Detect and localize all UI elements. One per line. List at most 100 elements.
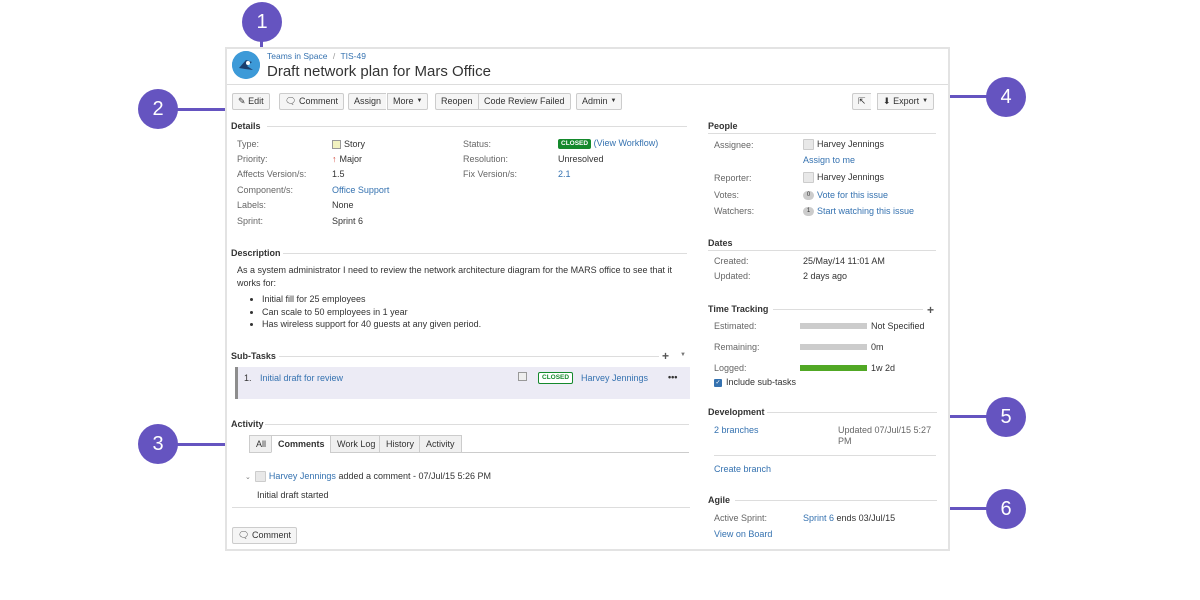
dates-heading: Dates	[708, 238, 733, 248]
logged-value: 1w 2d	[871, 363, 896, 373]
affects-version-value: 1.5	[332, 169, 345, 179]
create-branch-link[interactable]: Create branch	[714, 464, 771, 474]
subtasks-divider	[279, 356, 659, 357]
resolution-value: Unresolved	[558, 154, 604, 164]
speech-bubble-icon: 🗨	[238, 530, 250, 540]
edit-button[interactable]: ✎ Edit	[232, 93, 270, 110]
reopen-button[interactable]: Reopen	[435, 93, 478, 110]
votes-label: Votes:	[714, 190, 740, 200]
add-comment-button[interactable]: 🗨 Comment	[232, 527, 297, 544]
view-workflow-link[interactable]: (View Workflow)	[594, 138, 659, 148]
comment-author-link[interactable]: Harvey Jennings	[269, 471, 336, 481]
fix-version-value[interactable]: 2.1	[558, 169, 571, 179]
activity-heading: Activity	[231, 419, 264, 429]
tab-activity[interactable]: Activity	[419, 435, 462, 453]
type-value: Story	[332, 139, 365, 150]
comment-text: Initial draft started	[257, 490, 329, 500]
chevron-down-icon[interactable]: ▼	[680, 352, 686, 358]
reporter-value: Harvey Jennings	[803, 172, 884, 184]
comment-meta: added a comment - 07/Jul/15 5:26 PM	[338, 471, 492, 481]
labels-value: None	[332, 200, 354, 210]
estimated-value: Not Specified	[871, 321, 925, 331]
activity-tabs: All Comments Work Log History Activity	[249, 435, 689, 453]
labels-label: Labels:	[237, 200, 267, 210]
assignee-label: Assignee:	[714, 140, 754, 150]
chevron-down-icon[interactable]: ⌄	[245, 474, 251, 481]
branches-link[interactable]: 2 branches	[714, 425, 759, 435]
subtask-number: 1.	[244, 373, 252, 383]
status-badge: CLOSED	[538, 372, 574, 384]
type-label: Type:	[237, 139, 260, 149]
sprint-link[interactable]: Sprint 6	[803, 513, 834, 523]
list-item: Initial fill for 25 employees	[262, 293, 481, 306]
fix-version-label: Fix Version/s:	[463, 169, 518, 179]
chevron-down-icon: ▼	[922, 98, 929, 105]
list-item: Can scale to 50 employees in 1 year	[262, 306, 481, 319]
logged-bar	[800, 365, 867, 371]
remaining-value: 0m	[871, 342, 884, 352]
more-button[interactable]: More ▼	[387, 93, 429, 110]
assignee-value: Harvey Jennings	[803, 139, 884, 151]
vote-count-badge: 0	[803, 191, 814, 201]
tab-history[interactable]: History	[379, 435, 422, 453]
assign-to-me-link[interactable]: Assign to me	[803, 155, 855, 165]
logged-label: Logged:	[714, 363, 747, 373]
admin-button[interactable]: Admin ▼	[576, 93, 623, 110]
status-label: Status:	[463, 139, 492, 149]
project-avatar[interactable]	[232, 51, 260, 79]
watchers-value: 1 Start watching this issue	[803, 206, 914, 217]
agile-divider	[735, 500, 937, 501]
comment-button[interactable]: 🗨 Comment	[279, 93, 344, 110]
details-divider	[267, 126, 687, 127]
code-review-failed-button[interactable]: Code Review Failed	[478, 93, 571, 110]
active-sprint-label: Active Sprint:	[714, 513, 768, 523]
tab-work-log[interactable]: Work Log	[330, 435, 383, 453]
story-icon	[332, 140, 341, 150]
tab-comments[interactable]: Comments	[271, 435, 332, 453]
vote-link[interactable]: Vote for this issue	[817, 190, 888, 200]
issue-view: Teams in Space / TIS-49 Draft network pl…	[225, 47, 950, 551]
avatar	[254, 471, 266, 483]
view-on-board-link[interactable]: View on Board	[714, 529, 772, 539]
table-row[interactable]: 1. Initial draft for review CLOSED Harve…	[235, 367, 690, 399]
status-value: CLOSED (View Workflow)	[558, 138, 658, 149]
share-button[interactable]: ⇱	[852, 93, 871, 110]
callout-2: 2	[138, 89, 178, 129]
resolution-label: Resolution:	[463, 154, 509, 164]
votes-value: 0 Vote for this issue	[803, 190, 888, 201]
add-subtask-icon[interactable]: +	[662, 349, 669, 363]
breadcrumb-project[interactable]: Teams in Space	[267, 51, 327, 61]
development-updated: Updated 07/Jul/15 5:27 PM	[838, 425, 932, 446]
priority-value: ↑ Major	[332, 154, 363, 164]
sprint-value: Sprint 6	[332, 216, 364, 226]
development-subdivider	[714, 455, 936, 456]
header-divider	[227, 84, 948, 85]
people-heading: People	[708, 121, 738, 131]
component-value[interactable]: Office Support	[332, 185, 389, 195]
breadcrumb-issue-key[interactable]: TIS-49	[340, 51, 366, 61]
watch-link[interactable]: Start watching this issue	[817, 206, 914, 216]
callout-6: 6	[986, 489, 1026, 529]
include-subtasks-checkbox[interactable]: ✓	[714, 378, 722, 387]
people-divider	[708, 133, 936, 134]
updated-label: Updated:	[714, 271, 751, 281]
subtasks-heading: Sub-Tasks	[231, 351, 276, 361]
subtask-title[interactable]: Initial draft for review	[260, 373, 343, 383]
activity-divider	[265, 424, 689, 425]
add-time-icon[interactable]: +	[927, 303, 934, 317]
reporter-label: Reporter:	[714, 173, 752, 183]
subtask-assignee[interactable]: Harvey Jennings	[581, 373, 648, 383]
more-actions-icon[interactable]: •••	[668, 372, 677, 382]
pencil-icon: ✎	[238, 96, 246, 106]
tab-all[interactable]: All	[249, 435, 274, 453]
avatar	[803, 139, 814, 151]
assign-button[interactable]: Assign	[348, 93, 387, 110]
dates-divider	[708, 250, 936, 251]
page-title: Draft network plan for Mars Office	[267, 63, 491, 80]
affects-version-label: Affects Version/s:	[237, 169, 307, 179]
speech-bubble-icon: 🗨	[285, 96, 297, 106]
comment-divider	[232, 507, 690, 508]
export-button[interactable]: ⬇ Export ▼	[877, 93, 935, 110]
remaining-bar	[800, 344, 867, 350]
remaining-label: Remaining:	[714, 342, 760, 352]
